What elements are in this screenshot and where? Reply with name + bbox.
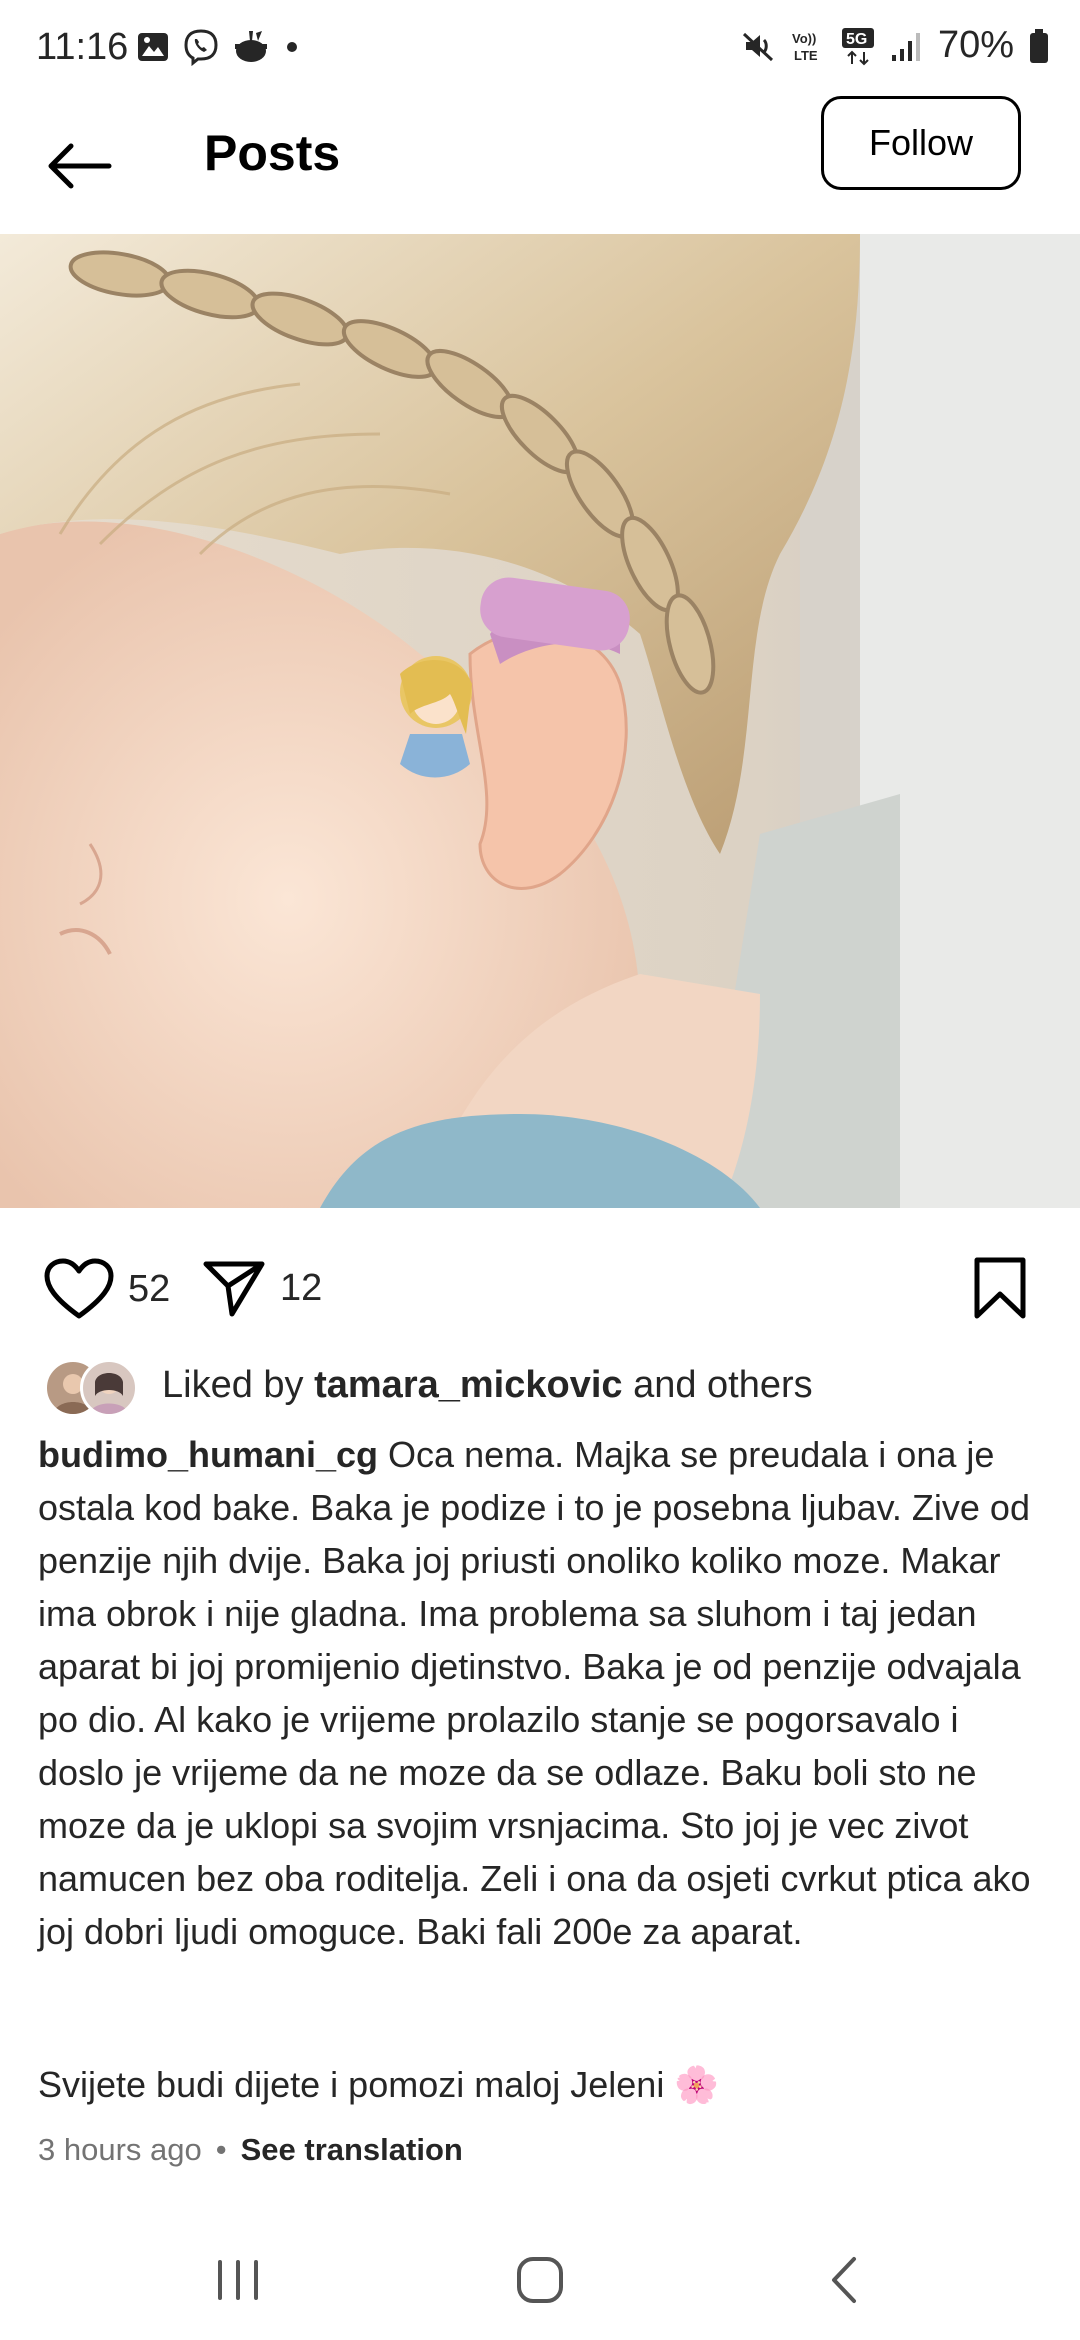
avatar xyxy=(80,1359,138,1417)
post-time: 3 hours ago xyxy=(38,2132,202,2167)
liked-by-prefix: Liked by xyxy=(162,1363,304,1406)
share-count: 12 xyxy=(280,1266,323,1309)
bookmark-icon xyxy=(974,1257,1026,1319)
chevron-left-icon xyxy=(832,2257,856,2303)
meta-separator: • xyxy=(215,2132,227,2167)
battery-percentage: 70% xyxy=(937,24,1014,66)
signal-icon xyxy=(891,32,920,61)
svg-text:LTE: LTE xyxy=(794,48,818,63)
liked-by-row[interactable]: Liked by tamara_mickovic and others xyxy=(40,1352,813,1418)
notification-icons xyxy=(136,28,302,66)
svg-text:Vo)): Vo)) xyxy=(792,31,816,46)
system-icons: Vo)) LTE 5G 70% xyxy=(740,24,1050,67)
posts-header: Posts Follow xyxy=(0,96,1080,234)
post-meta: 3 hours ago • See translation xyxy=(38,2132,463,2168)
page-title: Posts xyxy=(204,125,341,181)
caption-username[interactable]: budimo_humani_cg xyxy=(38,1434,378,1475)
send-icon xyxy=(203,1261,265,1317)
back-button[interactable] xyxy=(40,126,120,206)
cooking-icon xyxy=(235,31,267,62)
post-photo-illustration xyxy=(0,234,1080,1208)
caption-line2-text: Svijete budi dijete i pomozi maloj Jelen… xyxy=(38,2064,665,2105)
viber-icon xyxy=(184,29,218,66)
like-count: 52 xyxy=(128,1267,171,1310)
back-nav-button[interactable] xyxy=(784,2248,904,2312)
heart-icon xyxy=(44,1258,114,1319)
follow-button[interactable]: Follow xyxy=(821,96,1021,190)
save-button[interactable] xyxy=(972,1256,1028,1320)
recent-apps-button[interactable] xyxy=(178,2248,298,2312)
see-translation-link[interactable]: See translation xyxy=(241,2132,463,2168)
dot-icon xyxy=(287,42,297,52)
clock: 11:16 xyxy=(36,26,129,68)
caption-text: Oca nema. Majka se preudala i ona je ost… xyxy=(38,1434,1031,1952)
home-button[interactable] xyxy=(480,2248,600,2312)
post-caption: budimo_humani_cg Oca nema. Majka se preu… xyxy=(38,1428,1048,1958)
gallery-icon xyxy=(138,33,168,61)
mute-icon xyxy=(742,32,773,61)
system-navigation-bar xyxy=(0,2220,1080,2340)
like-button[interactable]: 52 xyxy=(44,1258,170,1320)
post-actions: 52 12 xyxy=(0,1250,1080,1330)
liked-by-suffix: and others xyxy=(633,1363,813,1406)
volte-icon: Vo)) LTE xyxy=(792,31,818,63)
share-button[interactable]: 12 xyxy=(202,1258,322,1318)
recent-apps-icon xyxy=(218,2260,258,2300)
post-caption-line2: Svijete budi dijete i pomozi maloj Jelen… xyxy=(38,2058,1048,2111)
post-image[interactable] xyxy=(0,234,1080,1208)
arrow-left-icon xyxy=(48,143,112,189)
home-icon xyxy=(517,2257,563,2303)
svg-text:5G: 5G xyxy=(846,31,867,48)
liked-by-user[interactable]: tamara_mickovic xyxy=(314,1364,622,1407)
flower-emoji: 🌸 xyxy=(674,2064,720,2105)
status-bar: 11:16 Vo)) LTE 5G 70% xyxy=(0,0,1080,96)
5g-icon: 5G xyxy=(841,27,874,65)
battery-icon xyxy=(1030,28,1048,63)
liker-avatars xyxy=(40,1355,144,1417)
